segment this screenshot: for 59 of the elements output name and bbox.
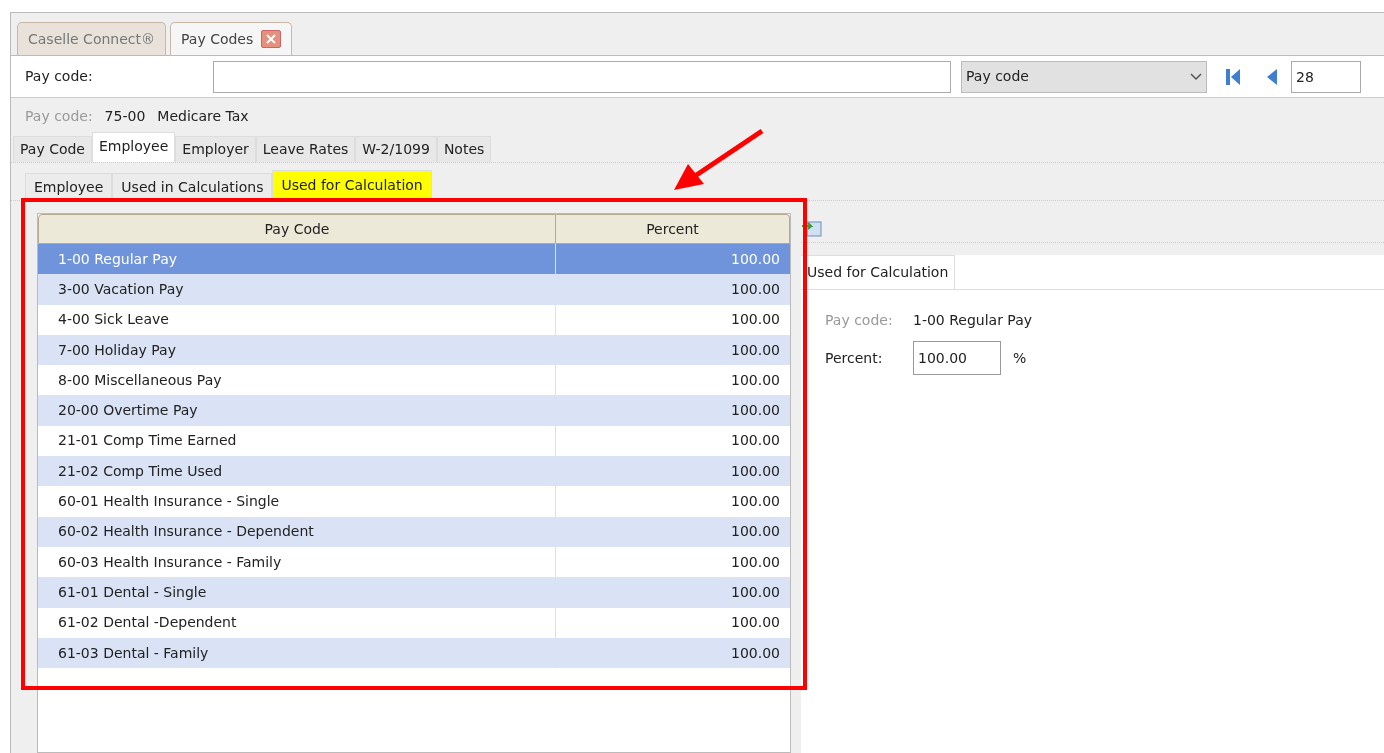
table-row[interactable]: 21-02 Comp Time Used 100.00	[38, 456, 790, 487]
first-record-icon[interactable]	[1225, 67, 1241, 86]
column-header[interactable]: Pay Code	[38, 214, 556, 244]
percent-field[interactable]: 100.00	[913, 341, 1001, 375]
table-cell-text: 100.00	[730, 552, 781, 572]
percent-unit: %	[1013, 348, 1027, 368]
tab[interactable]: Pay Code	[13, 136, 92, 162]
detail-label: Pay code:	[825, 311, 894, 330]
table-cell-text: 100.00	[730, 279, 781, 299]
table-row[interactable]: 61-03 Dental - Family 100.00	[38, 637, 790, 669]
table-row[interactable]: 61-01 Dental - Single 100.00	[38, 577, 790, 608]
table-cell-text: 100.00	[730, 522, 781, 542]
sub-tab[interactable]: Employee	[25, 173, 113, 200]
table-cell-text: 100.00	[730, 249, 781, 269]
table-cell-text: 100.00	[730, 431, 781, 451]
detail-value: 1-00 Regular Pay	[913, 311, 1033, 330]
table-cell: 61-02 Dental -Dependent	[38, 607, 556, 638]
detail-label: Percent:	[825, 348, 884, 368]
table-row[interactable]: 3-00 Vacation Pay 100.00	[38, 274, 790, 305]
table-cell: 61-03 Dental - Family	[38, 637, 556, 669]
tab[interactable]: Notes	[436, 136, 492, 162]
table-row[interactable]: 60-02 Health Insurance - Dependent 100.00	[38, 516, 790, 547]
table-cell: 4-00 Sick Leave	[38, 304, 556, 335]
tab[interactable]: Leave Rates	[255, 136, 356, 162]
chevron-down-icon	[1190, 72, 1202, 81]
table-cell: 20-00 Overtime Pay	[38, 395, 556, 426]
info-label: Pay code:	[25, 107, 93, 126]
table-cell: 60-02 Health Insurance - Dependent	[38, 516, 556, 547]
table-cell-text: 100.00	[730, 310, 781, 330]
table-cell: 3-00 Vacation Pay	[38, 274, 556, 305]
table-cell-text: 100.00	[730, 613, 781, 633]
table-cell-text: 100.00	[730, 461, 781, 481]
tab[interactable]: Employer	[175, 136, 256, 162]
table-cell: 61-01 Dental - Single	[38, 577, 556, 608]
close-icon[interactable]	[261, 30, 282, 48]
table-cell-text: 100.00	[730, 643, 781, 663]
table-row[interactable]: 20-00 Overtime Pay 100.00	[38, 395, 790, 426]
sub-tab[interactable]: Used for Calculation	[272, 170, 432, 200]
document-tab[interactable]: Pay Codes	[170, 22, 293, 55]
pay-code-name: Medicare Tax	[157, 107, 249, 126]
table-row[interactable]: 7-00 Holiday Pay 100.00	[38, 334, 790, 366]
field-label: Pay code:	[25, 67, 94, 86]
table-cell-text: 100.00	[730, 582, 781, 602]
table-cell-text: 100.00	[730, 340, 781, 360]
detail-tab[interactable]: Used for Calculation	[801, 255, 956, 289]
document-tab[interactable]: Caselle Connect®	[17, 22, 166, 55]
sub-tab[interactable]: Used in Calculations	[112, 173, 273, 200]
table-cell-text: 100.00	[730, 370, 781, 390]
search-type-dropdown[interactable]: Pay code	[961, 60, 1207, 93]
table-cell-text: 100.00	[730, 401, 781, 421]
table-cell: 60-01 Health Insurance - Single	[38, 486, 556, 517]
tab[interactable]: W-2/1099	[355, 136, 437, 162]
search-field[interactable]	[213, 60, 951, 93]
column-header[interactable]: Percent	[556, 214, 790, 244]
previous-record-icon[interactable]	[1267, 68, 1277, 85]
pay-code-value: 75-00	[104, 107, 146, 126]
record-number-field[interactable]: 28	[1291, 60, 1361, 93]
table-cell-text: 100.00	[730, 492, 781, 511]
tab[interactable]: Employee	[91, 132, 176, 162]
